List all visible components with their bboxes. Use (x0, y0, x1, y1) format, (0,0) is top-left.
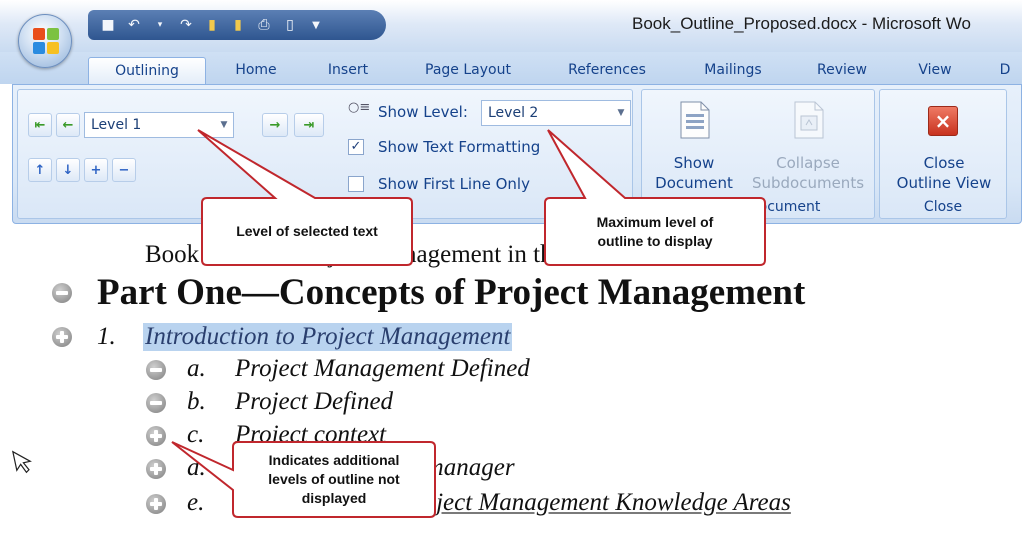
outline-level-combo[interactable]: Level 1 ▼ (84, 112, 234, 138)
collapse-symbol-icon[interactable] (146, 393, 166, 413)
show-level-combo[interactable]: Level 2 ▼ (481, 100, 631, 126)
promote-to-heading1-button[interactable]: ⇤ (28, 113, 52, 137)
expand-button[interactable]: + (84, 158, 108, 182)
chevron-down-icon[interactable]: ▼ (215, 113, 233, 137)
callout-max-level-line2: outline to display (597, 233, 713, 249)
title-bar: ■ ↶ ▾ ↷ ▮ ▮ ⎙ ▯ ▼ Book_Outline_Proposed.… (0, 0, 1022, 52)
undo-dropdown-icon[interactable]: ▾ (150, 15, 170, 35)
callout-additional-text: Indicates additional levels of outline n… (235, 451, 433, 508)
open-folder-icon[interactable]: ▮ (202, 15, 222, 35)
collapse-subdocuments-icon (794, 101, 824, 139)
office-button[interactable] (18, 14, 72, 68)
collapse-subdocuments-label-line2: Subdocuments (751, 174, 865, 192)
promote-button[interactable]: ← (56, 113, 80, 137)
outline-tools-group: ⇤ ← Level 1 ▼ → ⇥ ↑ ↓ + − ○≡ Show Level:… (17, 89, 633, 219)
master-document-group: Show Document Collapse Subdocuments Mast… (641, 89, 875, 219)
callout-additional-line3: displayed (301, 490, 367, 506)
outline-number: e. (187, 489, 205, 516)
chevron-down-icon[interactable]: ▼ (612, 101, 630, 125)
close-outline-view-label-line1: Close (923, 154, 965, 172)
show-first-line-only-checkbox[interactable] (348, 176, 364, 192)
undo-icon[interactable]: ↶ (124, 15, 144, 35)
tab-insert[interactable]: Insert (310, 57, 386, 84)
collapse-subdocuments-button[interactable]: Collapse Subdocuments (746, 94, 870, 196)
tab-view[interactable]: View (900, 57, 970, 84)
outline-heading: Project Management Defined (235, 355, 530, 382)
document-area[interactable]: Book Outline: Project Management in the … (0, 226, 1022, 535)
collapse-subdocuments-label-line1: Collapse (776, 154, 840, 172)
outline-number: a. (187, 355, 206, 382)
folder-icon[interactable]: ▮ (228, 15, 248, 35)
tab-mailings[interactable]: Mailings (685, 57, 781, 84)
demote-to-body-text-button[interactable]: ⇥ (294, 113, 324, 137)
mouse-pointer-icon (12, 450, 32, 474)
tab-outlining[interactable]: Outlining (88, 57, 206, 84)
move-down-icon: ↓ (62, 162, 74, 178)
demote-icon: → (269, 117, 281, 133)
quick-access-toolbar: ■ ↶ ▾ ↷ ▮ ▮ ⎙ ▯ ▼ (88, 10, 386, 40)
tab-page-layout[interactable]: Page Layout (403, 57, 533, 84)
window-title: Book_Outline_Proposed.docx - Microsoft W… (632, 14, 971, 33)
outline-heading: Project context (235, 421, 387, 448)
show-level-label: Show Level: (378, 103, 468, 121)
show-document-label-line2: Document (655, 174, 733, 192)
outline-number: d. (187, 454, 206, 481)
show-document-icon (680, 101, 710, 139)
close-icon: × (928, 106, 958, 136)
outline-level-value: Level 1 (91, 117, 142, 133)
collapse-icon: − (118, 162, 130, 178)
tab-references[interactable]: References (552, 57, 662, 84)
ribbon: ⇤ ← Level 1 ▼ → ⇥ ↑ ↓ + − ○≡ Show Level:… (12, 84, 1022, 224)
close-group: × Close Outline View Close (879, 89, 1007, 219)
ribbon-tab-row: Outlining Home Insert Page Layout Refere… (0, 52, 1022, 84)
show-level-value: Level 2 (488, 105, 539, 121)
tab-home[interactable]: Home (218, 57, 294, 84)
outline-heading-part-one: Part One—Concepts of Project Management (97, 272, 806, 313)
outline-number: 1. (97, 323, 116, 350)
redo-icon[interactable]: ↷ (176, 15, 196, 35)
show-text-formatting-label: Show Text Formatting (378, 138, 541, 156)
expand-symbol-icon[interactable] (52, 327, 72, 347)
callout-max-level-line1: Maximum level of (596, 214, 714, 230)
collapse-button[interactable]: − (112, 158, 136, 182)
show-first-line-only-label: Show First Line Only (378, 175, 530, 193)
move-down-button[interactable]: ↓ (56, 158, 80, 182)
save-icon[interactable]: ■ (98, 15, 118, 35)
callout-max-level-text: Maximum level of outline to display (547, 213, 763, 251)
demote-to-body-text-icon: ⇥ (303, 117, 315, 133)
customize-dropdown-icon[interactable]: ▼ (306, 15, 326, 35)
outline-number: b. (187, 388, 206, 415)
show-level-icon: ○≡ (348, 100, 371, 115)
show-text-formatting-checkbox[interactable]: ✓ (348, 139, 364, 155)
show-document-button[interactable]: Show Document (646, 94, 742, 196)
tab-review[interactable]: Review (800, 57, 884, 84)
callout-additional-line1: Indicates additional (268, 452, 400, 468)
expand-symbol-icon[interactable] (146, 459, 166, 479)
promote-icon: ← (62, 117, 74, 133)
close-outline-view-button[interactable]: × Close Outline View (882, 94, 1006, 196)
outline-number: c. (187, 421, 205, 448)
callout-additional-line2: levels of outline not (268, 471, 400, 487)
outline-heading-selected: Introduction to Project Management (143, 323, 513, 351)
promote-to-heading1-icon: ⇤ (34, 117, 46, 133)
close-group-label: Close (923, 199, 963, 215)
collapse-symbol-icon[interactable] (52, 283, 72, 303)
print-icon[interactable]: ⎙ (254, 15, 274, 35)
tab-developer[interactable]: D (990, 57, 1020, 84)
outline-heading: Project Defined (235, 388, 394, 415)
expand-symbol-icon[interactable] (146, 494, 166, 514)
move-up-icon: ↑ (34, 162, 46, 178)
collapse-symbol-icon[interactable] (146, 360, 166, 380)
expand-icon: + (90, 162, 102, 178)
new-document-icon[interactable]: ▯ (280, 15, 300, 35)
office-logo-icon (32, 27, 60, 55)
callout-level-text: Level of selected text (236, 223, 378, 239)
close-outline-view-label-line2: Outline View (896, 174, 992, 192)
move-up-button[interactable]: ↑ (28, 158, 52, 182)
expand-symbol-icon[interactable] (146, 426, 166, 446)
demote-button[interactable]: → (262, 113, 288, 137)
show-document-label-line1: Show (673, 154, 715, 172)
